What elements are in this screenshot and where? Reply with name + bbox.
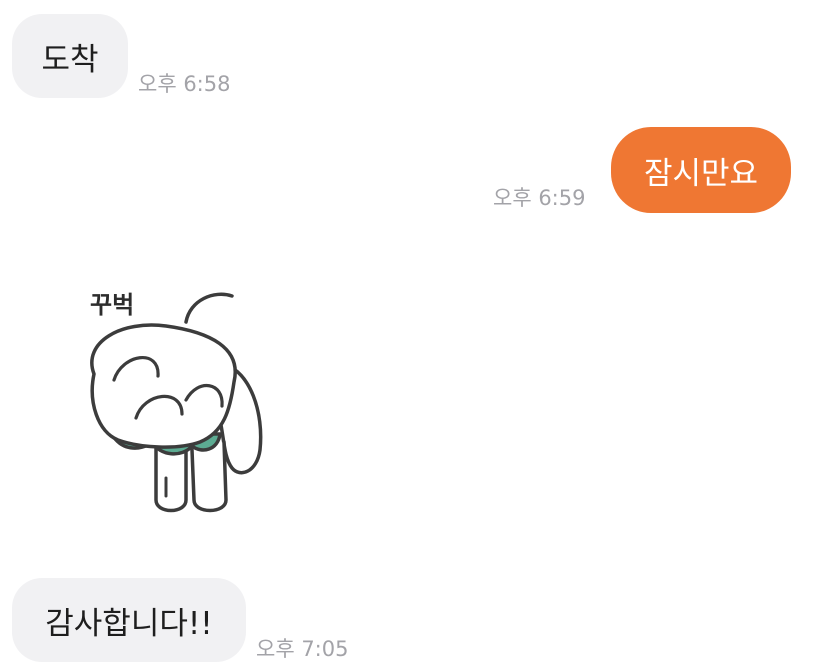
bowing-bunny-sticker[interactable]: 꾸벅: [74, 282, 274, 518]
incoming-message-bubble[interactable]: 도착: [12, 14, 128, 98]
sticker-caption: 꾸벅: [90, 291, 134, 319]
message-text: 잠시만요: [643, 155, 759, 192]
bunny-sticker-icon: 꾸벅: [90, 291, 263, 513]
incoming-message-bubble[interactable]: 감사합니다!!: [12, 578, 246, 662]
outgoing-message-bubble[interactable]: 잠시만요: [611, 127, 791, 213]
message-text: 도착: [41, 41, 99, 78]
message-text: 감사합니다!!: [45, 605, 213, 642]
message-timestamp: 오후 6:58: [138, 72, 231, 96]
message-timestamp: 오후 6:59: [493, 186, 586, 210]
